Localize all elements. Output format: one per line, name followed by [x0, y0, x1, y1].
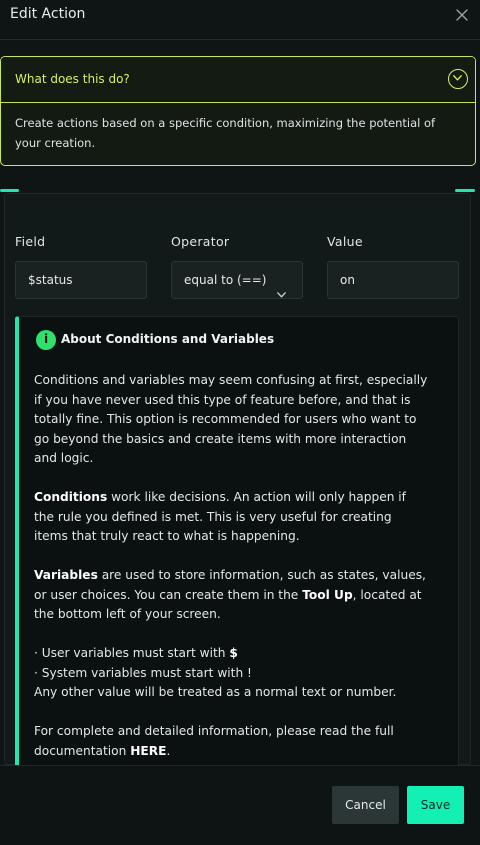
info-paragraph: For complete and detailed information, p… [34, 724, 394, 758]
operator-select[interactable]: equal to (==) [171, 261, 303, 299]
operator-select-value: equal to (==) [184, 273, 267, 287]
help-accordion-header[interactable]: What does this do? [1, 57, 475, 103]
chevron-down-icon[interactable] [448, 69, 468, 89]
value-input[interactable]: on [327, 261, 459, 299]
documentation-link[interactable]: HERE [130, 744, 166, 758]
conditions-term: Conditions [34, 490, 108, 504]
bullet-system-variables: · System variables must start with ! [34, 665, 252, 680]
field-input-value: $status [28, 273, 73, 287]
dialog-title: Edit Action [10, 6, 86, 22]
help-answer: Create actions based on a specific condi… [15, 116, 436, 150]
value-label: Value [327, 234, 363, 249]
info-paragraph: Conditions work like decisions. An actio… [34, 490, 406, 543]
close-icon[interactable] [454, 7, 470, 23]
operator-label: Operator [171, 234, 230, 249]
info-text: Conditions and variables may seem confus… [34, 371, 429, 781]
info-paragraph: · User variables must start with $ · Sys… [34, 646, 397, 699]
panel-accent-left [0, 189, 19, 192]
info-icon: i [36, 330, 56, 350]
save-button[interactable]: Save [407, 786, 464, 824]
tool-up-term: Tool Up [302, 587, 353, 602]
cancel-button[interactable]: Cancel [332, 786, 399, 824]
panel-accent-right [455, 189, 475, 192]
field-input[interactable]: $status [15, 261, 147, 299]
bullet-user-variables: · User variables must start with [34, 646, 230, 660]
value-input-value: on [340, 273, 355, 287]
field-label: Field [15, 234, 46, 249]
dialog-header: Edit Action [0, 0, 480, 40]
other-values-note: Any other value will be treated as a nor… [34, 685, 397, 699]
chevron-down-icon [277, 276, 286, 312]
help-question: What does this do? [15, 72, 130, 86]
variables-term: Variables [34, 568, 98, 582]
info-title: About Conditions and Variables [61, 332, 275, 346]
help-accordion: What does this do? Create actions based … [0, 56, 476, 166]
info-paragraph: Variables are used to store information,… [34, 568, 426, 621]
info-paragraph: Conditions and variables may seem confus… [34, 373, 428, 465]
